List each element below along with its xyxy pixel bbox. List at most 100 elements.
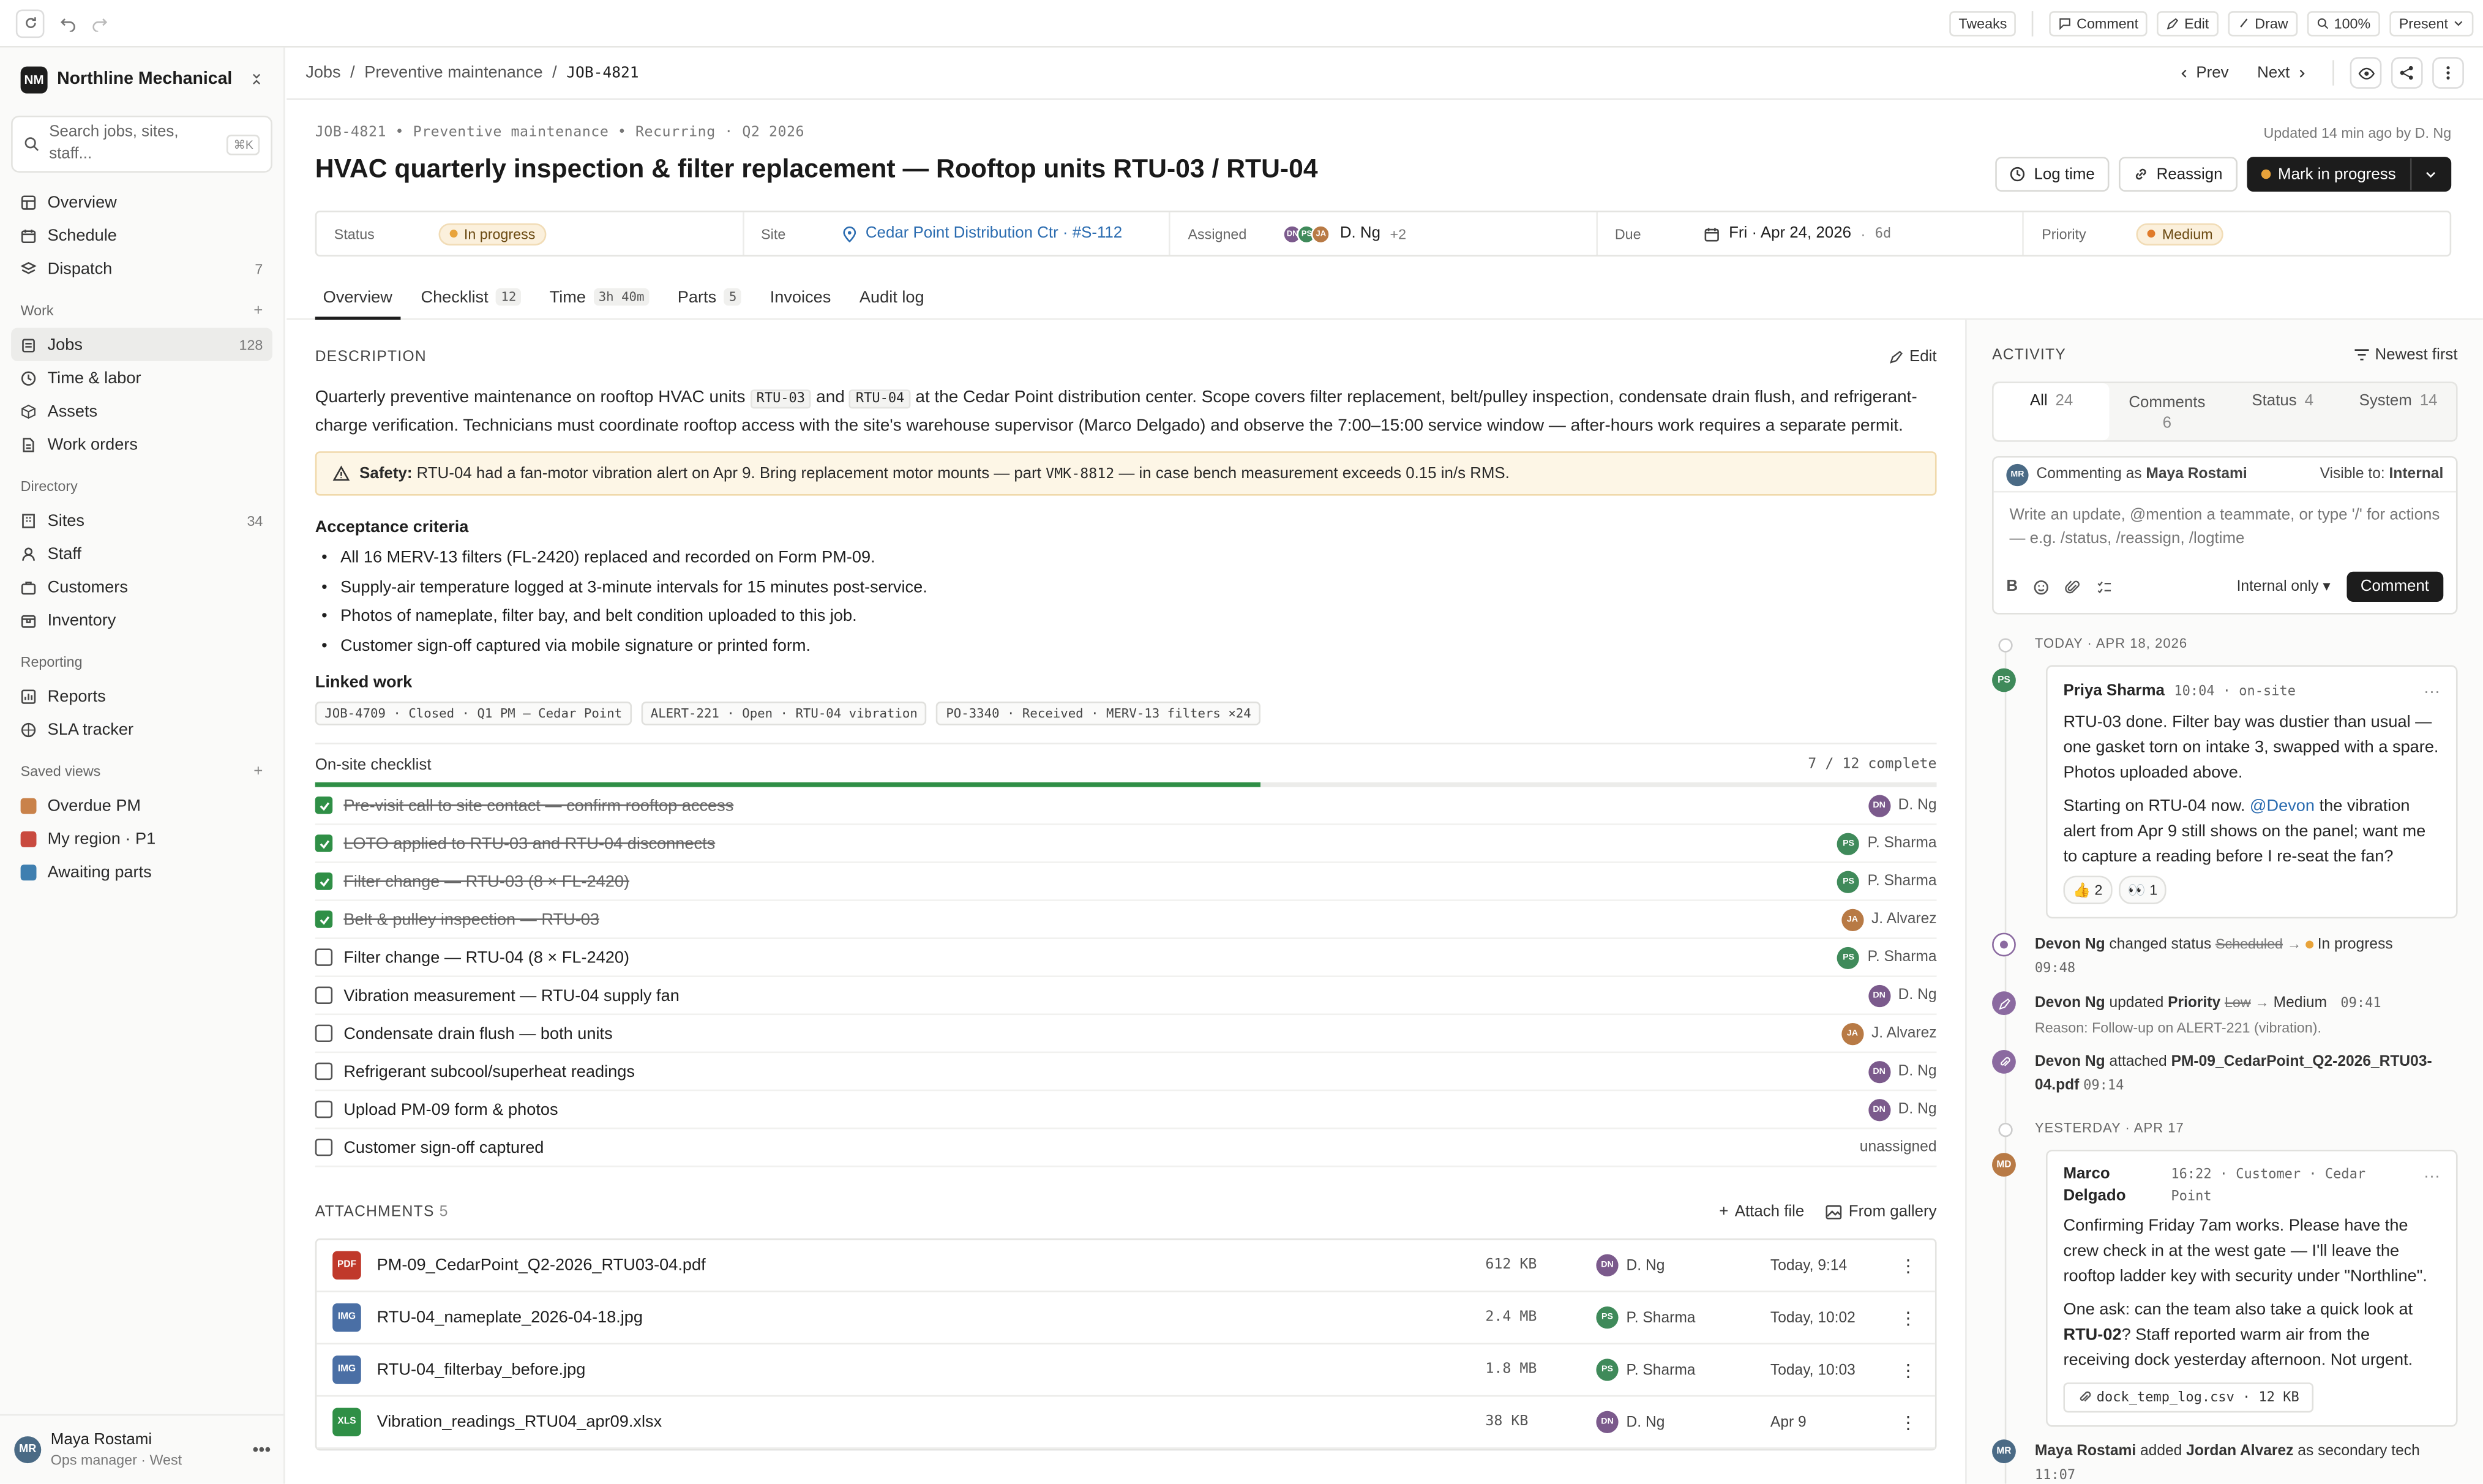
sidebar-item-staff[interactable]: Staff [11,537,272,570]
checklist-assignee[interactable]: JA J. Alvarez [1841,908,1937,931]
attach-file-button[interactable]: + Attach file [1719,1203,1804,1220]
checkbox[interactable] [315,1024,333,1043]
linked-work-chip[interactable]: JOB-4709 · Closed · Q1 PM — Cedar Point [315,701,632,725]
checkbox[interactable] [315,1062,333,1081]
zoom-button[interactable]: 100% [2307,10,2380,36]
attachment-name[interactable]: PM-09_CedarPoint_Q2-2026_RTU03-04.pdf [377,1256,706,1275]
from-gallery-button[interactable]: From gallery [1826,1203,1937,1220]
checklist-assignee[interactable]: DN D. Ng [1868,794,1937,817]
more-icon[interactable]: ··· [2424,1164,2440,1189]
site-property[interactable]: Site Cedar Point Distribution Ctr · #S-1… [744,212,1171,255]
bold-icon[interactable]: B [2006,578,2018,595]
breadcrumb-jobs[interactable]: Jobs [305,63,340,82]
sidebar-item-sites[interactable]: Sites 34 [11,504,272,537]
share-icon[interactable] [2391,57,2423,89]
more-icon[interactable]: ••• [252,1441,271,1460]
kebab-menu-icon[interactable]: ⋮ [1897,1412,1919,1433]
prev-button[interactable]: Prev [2169,64,2238,81]
checkbox[interactable] [315,1100,333,1119]
checklist-assignee[interactable]: JA J. Alvarez [1841,1022,1937,1044]
kebab-menu-icon[interactable] [2432,57,2464,89]
site-link[interactable]: Cedar Point Distribution Ctr · #S-112 [866,225,1122,242]
checkbox[interactable] [315,1138,333,1156]
linked-work-chip[interactable]: ALERT-221 · Open · RTU-04 vibration [641,701,927,725]
attachment-row[interactable]: XLS Vibration_readings_RTU04_apr09.xlsx 38… [316,1396,1935,1449]
reaction-eyes[interactable]: 👀 1 [2118,875,2167,905]
checklist-assignee[interactable]: PS P. Sharma [1837,870,1937,893]
attachment-row[interactable]: IMG RTU-04_filterbay_before.jpg 1.8 MB PS P.… [316,1344,1935,1397]
checklist-assignee[interactable]: unassigned [1860,1139,1937,1156]
kebab-menu-icon[interactable]: ⋮ [1897,1360,1919,1380]
refresh-icon[interactable] [15,9,45,37]
attachment-name[interactable]: Vibration_readings_RTU04_apr09.xlsx [377,1412,662,1431]
attachment-row[interactable]: PDF PM-09_CedarPoint_Q2-2026_RTU03-04.pdf… [316,1240,1935,1292]
emoji-icon[interactable] [2034,579,2050,594]
user-menu[interactable]: MR Maya Rostami Ops manager · West ••• [0,1414,285,1484]
checkbox[interactable] [315,986,333,1004]
tab-time[interactable]: Time 3h 40m [535,275,663,318]
checkbox[interactable] [315,796,333,814]
priority-property[interactable]: Priority Medium [2024,212,2450,255]
present-button[interactable]: Present [2389,10,2474,36]
mention[interactable]: @Devon [2250,796,2315,815]
checklist-assignee[interactable]: DN D. Ng [1868,1060,1937,1083]
sidebar-item-schedule[interactable]: Schedule [11,219,272,252]
linked-work-chip[interactable]: PO-3340 · Received · MERV-13 filters ×24 [936,701,1261,725]
undo-icon[interactable] [60,15,76,31]
kebab-menu-icon[interactable]: ⋮ [1897,1307,1919,1328]
checklist-assignee[interactable]: PS P. Sharma [1837,832,1937,855]
due-property[interactable]: Due Fri · Apr 24, 2026 · 6d [1597,212,2024,255]
tweaks-button[interactable]: Tweaks [1949,10,2017,36]
log-time-button[interactable]: Log time [1996,157,2110,192]
activity-tab-system[interactable]: System 14 [2340,383,2456,440]
collapse-sidebar-icon[interactable] [250,73,263,86]
plus-icon[interactable]: + [253,762,263,779]
checkbox[interactable] [315,948,333,966]
sidebar-item-jobs[interactable]: Jobs 128 [11,328,272,361]
comment-submit-button[interactable]: Comment [2346,571,2444,602]
sidebar-item-dispatch[interactable]: Dispatch 7 [11,252,272,285]
kebab-menu-icon[interactable]: ⋮ [1897,1255,1919,1276]
saved-view-item[interactable]: My region · P1 [11,822,272,855]
checklist-icon[interactable] [2097,579,2113,594]
status-property[interactable]: Status In progress [316,212,744,255]
sidebar-item-overview[interactable]: Overview [11,186,272,219]
sidebar-item-sla-tracker[interactable]: SLA tracker [11,713,272,746]
visibility-dropdown[interactable]: Internal only ▾ [2237,578,2331,595]
comment-input[interactable]: Write an update, @mention a teammate, or… [1994,492,2456,571]
next-button[interactable]: Next [2248,64,2317,81]
tab-overview[interactable]: Overview [309,275,406,320]
attachment-row[interactable]: IMG RTU-04_nameplate_2026-04-18.jpg 2.4 MB… [316,1292,1935,1345]
draw-button[interactable]: Draw [2228,10,2298,36]
attached-file-chip[interactable]: dock_temp_log.csv · 12 KB [2063,1382,2314,1413]
comment-button[interactable]: Comment [2050,10,2148,36]
sidebar-item-reports[interactable]: Reports [11,680,272,713]
reassign-button[interactable]: Reassign [2118,157,2237,192]
checkbox[interactable] [315,910,333,928]
attachment-name[interactable]: RTU-04_nameplate_2026-04-18.jpg [377,1308,643,1327]
sort-button[interactable]: Newest first [2354,346,2458,364]
tab-parts[interactable]: Parts 5 [664,275,756,318]
mark-in-progress-button[interactable]: Mark in progress [2246,157,2452,192]
sidebar-item-inventory[interactable]: Inventory [11,604,272,637]
reaction-thumbs-up[interactable]: 👍 2 [2063,875,2112,905]
assigned-property[interactable]: Assigned DN PS JA D. Ng +2 [1170,212,1598,255]
sidebar-item-assets[interactable]: Assets [11,394,272,427]
sidebar-item-work-orders[interactable]: Work orders [11,427,272,460]
chevron-down-icon[interactable] [2412,168,2450,181]
sidebar-item-customers[interactable]: Customers [11,570,272,603]
search-input[interactable]: Search jobs, sites, staff... ⌘K [11,115,272,173]
edit-description-button[interactable]: Edit [1889,348,1937,365]
sidebar-item-time-labor[interactable]: Time & labor [11,361,272,394]
redo-icon[interactable] [92,15,108,31]
watch-icon[interactable] [2350,57,2382,89]
attachment-name[interactable]: RTU-04_filterbay_before.jpg [377,1360,586,1379]
paperclip-icon[interactable] [2065,579,2081,594]
checklist-assignee[interactable]: DN D. Ng [1868,984,1937,1006]
saved-view-item[interactable]: Overdue PM [11,789,272,822]
visibility[interactable]: Visible to: Internal [2320,465,2444,482]
tab-invoices[interactable]: Invoices [755,275,845,318]
org-switcher[interactable]: NM Northline Mechanical [0,48,283,111]
activity-tab-status[interactable]: Status 4 [2225,383,2340,440]
checkbox[interactable] [315,872,333,890]
